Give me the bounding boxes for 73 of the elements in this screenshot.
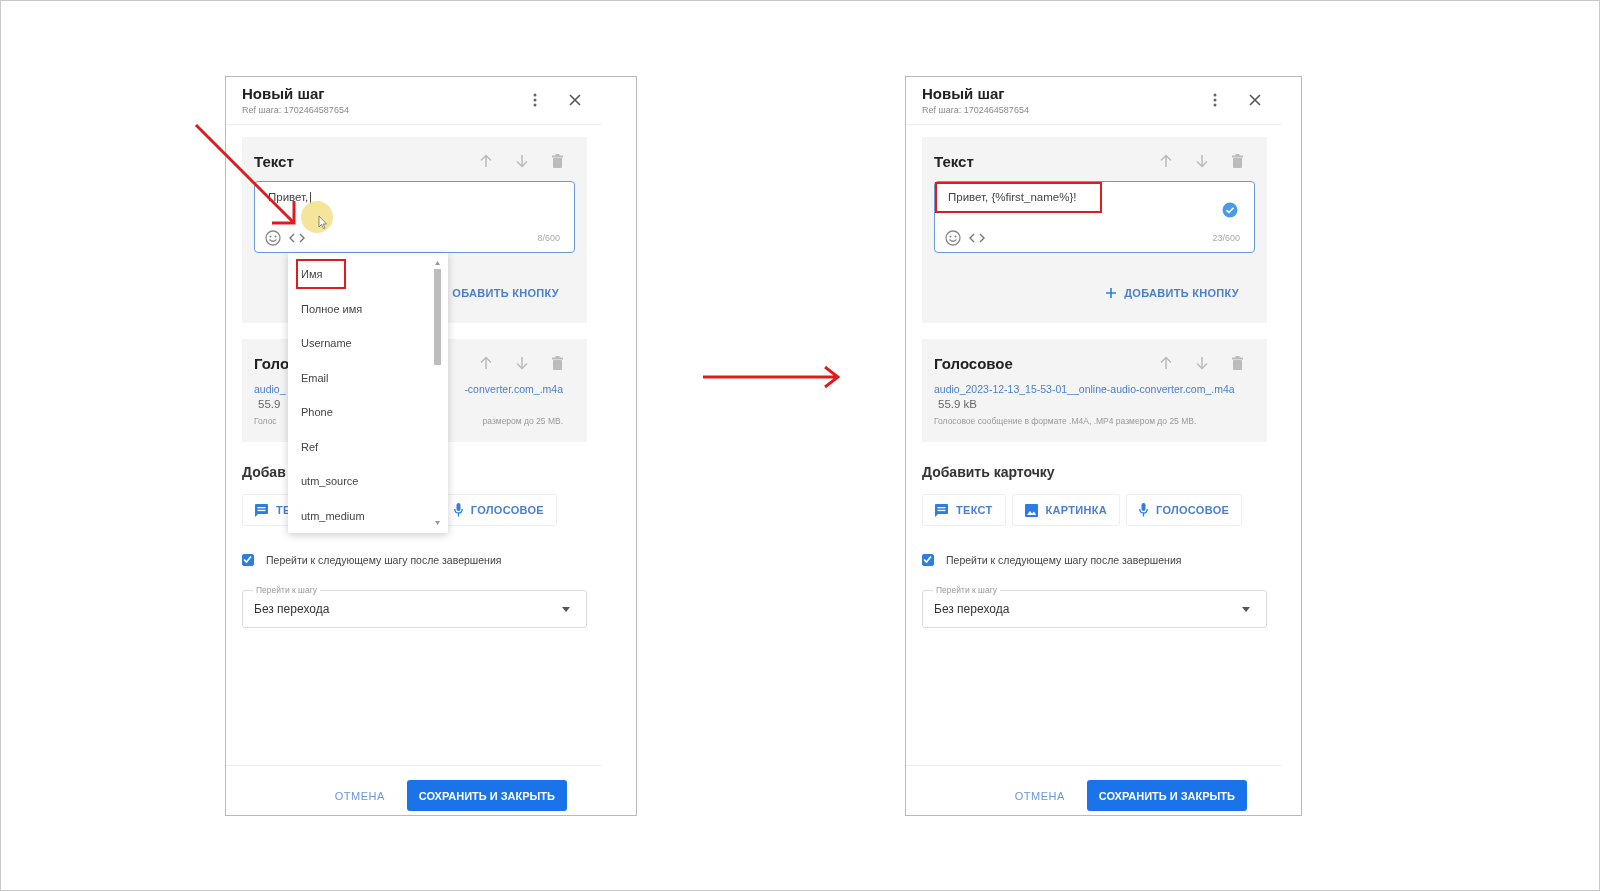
char-counter: 8/600 xyxy=(537,233,560,243)
message-text: Привет, {%first_name%}! xyxy=(935,182,1103,213)
cancel-button[interactable]: ОТМЕНА xyxy=(324,783,395,808)
format-hint: Голосовое сообщение в формате .M4A, .MP4 размером до 25 MB. xyxy=(934,416,1197,426)
cancel-button[interactable]: ОТМЕНА xyxy=(1004,783,1075,808)
chat-icon xyxy=(255,503,268,517)
trash-icon[interactable] xyxy=(552,154,563,168)
dropdown-caret-icon xyxy=(1242,606,1250,612)
add-card-button[interactable]: ТЕКСТ xyxy=(922,494,1006,526)
emoji-icon[interactable] xyxy=(265,230,281,246)
audio-file-link[interactable]: audio_ xyxy=(254,383,286,395)
section-heading: Добав xyxy=(242,464,287,480)
trash-icon[interactable] xyxy=(1232,154,1243,168)
plus-icon xyxy=(1106,288,1117,298)
message-field[interactable]: Привет, 8/600 xyxy=(254,181,575,253)
menu-item[interactable]: Username xyxy=(296,328,376,359)
menu-item[interactable]: Ref xyxy=(296,431,343,462)
card-title: Текст xyxy=(934,152,975,170)
trash-icon[interactable] xyxy=(552,356,563,370)
dialog-title: Новый шаг xyxy=(922,84,1006,102)
more-options-icon[interactable] xyxy=(533,92,537,107)
close-icon[interactable] xyxy=(1249,93,1261,106)
checkbox[interactable] xyxy=(922,554,934,566)
arrow-down-icon[interactable] xyxy=(1196,154,1208,168)
card-title: Текст xyxy=(254,152,295,170)
menu-item[interactable]: Email xyxy=(296,362,353,393)
microphone-icon xyxy=(453,503,463,517)
close-icon[interactable] xyxy=(569,93,581,106)
arrow-up-icon[interactable] xyxy=(1160,356,1172,370)
step-ref: Ref шага: 1702464587654 xyxy=(242,104,350,115)
arrow-up-icon[interactable] xyxy=(1160,154,1172,168)
trash-icon[interactable] xyxy=(1232,356,1243,370)
char-counter: 23/600 xyxy=(1212,233,1240,243)
format-hint: размером до 25 MB. xyxy=(482,416,563,426)
scrollbar[interactable] xyxy=(433,261,442,525)
menu-item[interactable]: Phone xyxy=(296,397,357,428)
card-title: Голосовое xyxy=(934,354,1014,372)
dropdown-caret-icon xyxy=(562,606,570,612)
add-button-link[interactable]: ДОБАВИТЬ КНОПКУ xyxy=(1100,283,1245,303)
arrow-down-icon[interactable] xyxy=(516,154,528,168)
check-circle-icon xyxy=(1222,202,1238,218)
message-field[interactable]: Привет, {%first_name%}! 23/600 xyxy=(934,181,1255,253)
menu-item[interactable]: utm_source xyxy=(296,466,383,497)
chat-icon xyxy=(935,503,948,517)
audio-file-link[interactable]: -converter.com_.m4a xyxy=(464,383,563,395)
audio-file-link[interactable]: audio_2023-12-13_15-53-01__online-audio-converter.com_.m4a xyxy=(934,383,1235,395)
arrow-down-icon[interactable] xyxy=(516,356,528,370)
add-button-link[interactable]: ОБАВИТЬ КНОПКУ xyxy=(446,283,565,303)
code-icon[interactable] xyxy=(289,233,305,243)
dialog-title: Новый шаг xyxy=(242,84,326,102)
file-size: 55.9 xyxy=(258,398,282,410)
image-icon xyxy=(1024,503,1038,517)
code-icon[interactable] xyxy=(969,233,985,243)
add-card-button[interactable]: ГОЛОСОВОЕ xyxy=(1126,494,1243,526)
checkbox-label: Перейти к следующему шагу после завершения xyxy=(946,554,1182,566)
arrow-up-icon[interactable] xyxy=(480,154,492,168)
more-options-icon[interactable] xyxy=(1213,92,1217,107)
arrow-up-icon[interactable] xyxy=(480,356,492,370)
add-card-button[interactable]: КАРТИНКА xyxy=(1011,494,1120,526)
format-hint: Голос xyxy=(254,416,277,426)
emoji-icon[interactable] xyxy=(945,230,961,246)
checkbox-label: Перейти к следующему шагу после завершения xyxy=(266,554,502,566)
microphone-icon xyxy=(1139,503,1148,517)
file-size: 55.9 kB xyxy=(938,398,978,410)
arrow-down-icon[interactable] xyxy=(1196,356,1208,370)
save-close-button[interactable]: СОХРАНИТЬ И ЗАКРЫТЬ xyxy=(1086,780,1247,811)
menu-item[interactable]: Полное имя xyxy=(296,293,387,324)
step-ref: Ref шага: 1702464587654 xyxy=(922,104,1030,115)
section-heading: Добавить карточку xyxy=(922,464,1056,480)
menu-item[interactable]: Имя xyxy=(296,259,347,290)
checkbox[interactable] xyxy=(242,554,254,566)
card-title: Голо xyxy=(254,354,291,372)
save-close-button[interactable]: СОХРАНИТЬ И ЗАКРЫТЬ xyxy=(406,780,567,811)
